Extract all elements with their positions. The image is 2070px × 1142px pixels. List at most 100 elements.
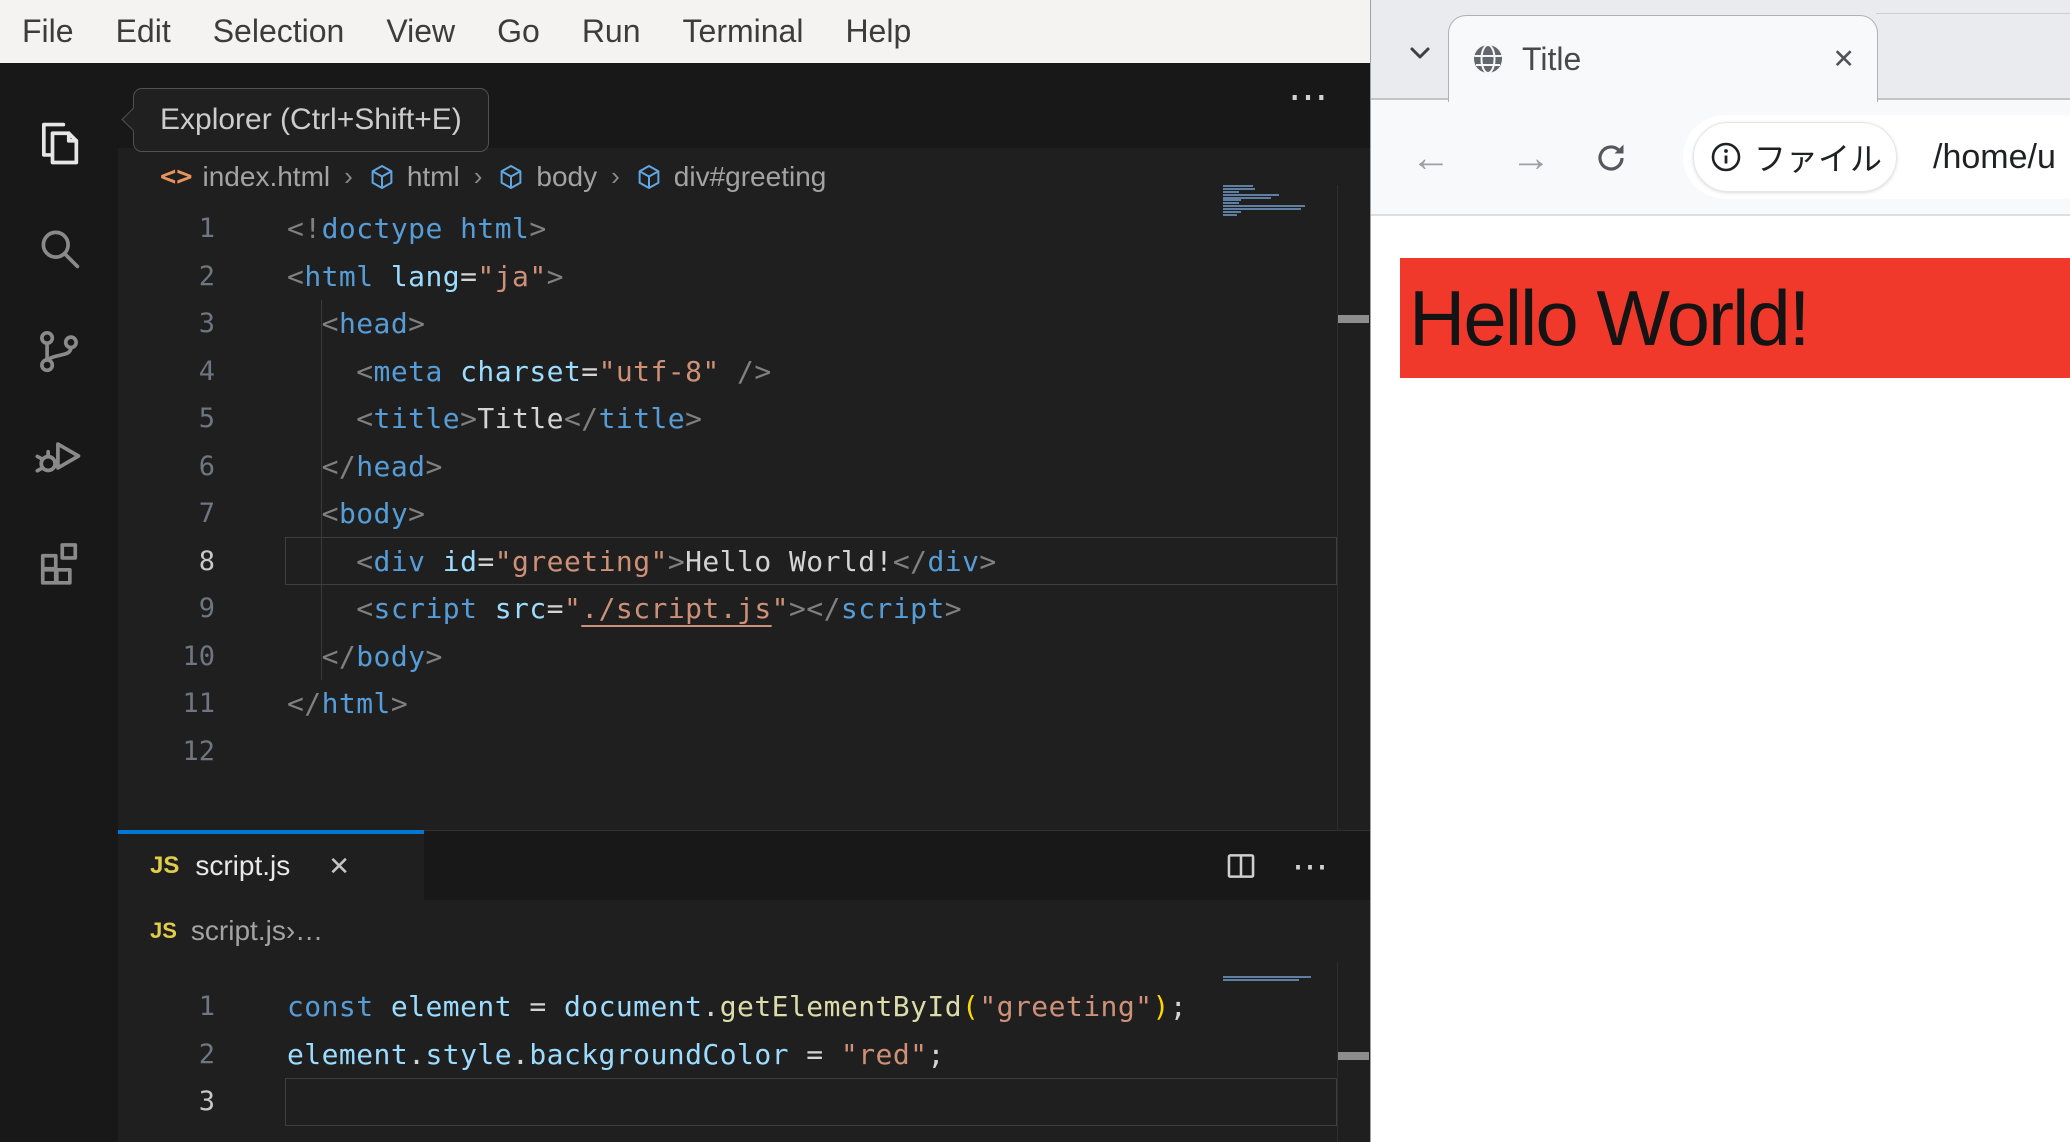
code-line-12[interactable]: 12 xyxy=(118,728,1370,776)
source-control-icon[interactable] xyxy=(33,325,85,377)
js-file-icon: JS xyxy=(150,918,177,943)
minimap-line xyxy=(1223,211,1241,214)
address-bar[interactable]: ファイル /home/u xyxy=(1683,115,2070,199)
line-number: 3 xyxy=(198,308,215,339)
menu-item-run[interactable]: Run xyxy=(582,13,641,50)
activity-bar xyxy=(0,63,119,1142)
explorer-icon[interactable] xyxy=(33,117,85,169)
breadcrumb-item-index.html[interactable]: <> index.html xyxy=(160,161,330,193)
code-line-2[interactable]: 2 element.style.backgroundColor = "red"; xyxy=(118,1031,1370,1079)
tab-close-icon[interactable]: ✕ xyxy=(328,851,350,882)
breadcrumb-item-html[interactable]: html xyxy=(367,161,460,193)
menu-item-help[interactable]: Help xyxy=(845,13,911,50)
browser-window: Title ✕ ← → ファイル /home/u Hello World! xyxy=(1370,0,2070,1142)
line-number: 11 xyxy=(182,688,215,719)
extensions-icon[interactable] xyxy=(33,533,85,585)
minimap[interactable] xyxy=(1223,976,1313,985)
minimap-line xyxy=(1223,193,1279,196)
breadcrumb-item[interactable]: script.js xyxy=(191,915,286,947)
browser-tab[interactable]: Title ✕ xyxy=(1448,15,1878,102)
menu-bar: File Edit Selection View Go Run Terminal Help xyxy=(0,0,1370,63)
breadcrumb-item-div#greeting[interactable]: div#greeting xyxy=(634,161,826,193)
window-top-edge xyxy=(1876,13,2070,14)
code-line-10[interactable]: 10 </body> xyxy=(118,633,1370,681)
minimap-line xyxy=(1223,213,1237,216)
editor-tabstrip-js: JS script.js ✕ ⋯ xyxy=(118,830,1370,901)
code-line-6[interactable]: 6 </head> xyxy=(118,443,1370,491)
tab-script-js[interactable]: JS script.js ✕ xyxy=(118,830,424,901)
code-line-4[interactable]: 4 <meta charset="utf-8" /> xyxy=(118,348,1370,396)
menu-item-go[interactable]: Go xyxy=(497,13,540,50)
editor-more-actions-icon[interactable]: ⋯ xyxy=(1292,845,1328,887)
minimap-line xyxy=(1223,196,1271,199)
reload-icon[interactable] xyxy=(1593,140,1629,176)
tab-search-chevron-icon[interactable] xyxy=(1405,38,1435,68)
breadcrumb-js: JS script.js › … xyxy=(118,900,1370,962)
editor-more-actions-icon[interactable]: ⋯ xyxy=(1288,77,1328,117)
run-and-debug-icon[interactable] xyxy=(33,430,85,482)
current-line-highlight xyxy=(285,537,1337,585)
breadcrumb-separator: › xyxy=(344,161,353,191)
line-number: 1 xyxy=(198,213,215,244)
split-editor-icon[interactable] xyxy=(1224,849,1258,883)
code-line-5[interactable]: 5 <title>Title</title> xyxy=(118,395,1370,443)
js-file-icon: JS xyxy=(150,852,180,879)
code-line-7[interactable]: 7 <body> xyxy=(118,490,1370,538)
code-line-11[interactable]: 11 </html> xyxy=(118,680,1370,728)
line-number: 2 xyxy=(198,260,215,292)
tab-label: script.js xyxy=(195,850,291,881)
breadcrumb-separator: › xyxy=(285,915,296,946)
breadcrumb-separator: › xyxy=(473,161,483,191)
line-number: 3 xyxy=(198,1086,215,1117)
symbol-element-icon xyxy=(367,162,397,192)
scrollbar-marker[interactable] xyxy=(1338,1052,1369,1060)
code-line-1[interactable]: 1 const element = document.getElementById… xyxy=(118,983,1370,1031)
minimap-line xyxy=(1223,976,1311,978)
active-tab-indicator xyxy=(118,830,424,834)
line-number: 4 xyxy=(198,355,215,387)
minimap-line xyxy=(1223,202,1239,205)
browser-tabstrip: Title ✕ xyxy=(1371,0,2070,102)
minimap-line xyxy=(1223,978,1299,981)
menu-item-view[interactable]: View xyxy=(386,13,455,50)
indent-guide xyxy=(321,300,322,680)
file-scheme-chip[interactable]: ファイル xyxy=(1693,122,1897,192)
url-path: /home/u xyxy=(1933,137,2056,176)
search-icon[interactable] xyxy=(33,222,85,274)
line-number: 6 xyxy=(198,450,215,482)
minimap-line xyxy=(1223,205,1305,208)
breadcrumb-separator: › xyxy=(611,161,620,191)
line-number: 8 xyxy=(198,545,215,577)
browser-tab-title: Title xyxy=(1522,40,1582,77)
minimap-line xyxy=(1223,190,1239,193)
code-line-2[interactable]: 2 <html lang="ja"> xyxy=(118,253,1370,301)
html-editor[interactable]: 1 <!doctype html> 2 <html lang="ja"> 3 <head… xyxy=(118,205,1370,830)
menu-item-file[interactable]: File xyxy=(22,13,74,50)
code-line-1[interactable]: 1 <!doctype html> xyxy=(118,205,1370,253)
menu-item-selection[interactable]: Selection xyxy=(213,13,345,50)
forward-icon[interactable]: → xyxy=(1511,138,1551,178)
url-scheme-label: ファイル xyxy=(1754,141,1883,177)
line-number: 12 xyxy=(182,735,215,767)
scrollbar-track xyxy=(1337,185,1338,830)
current-line-highlight xyxy=(285,1078,1337,1126)
code-line-3[interactable]: 3 <head> xyxy=(118,300,1370,348)
greeting-div: Hello World! xyxy=(1400,258,2070,378)
tooltip-text: Explorer (Ctrl+Shift+E) xyxy=(160,103,462,136)
minimap-line xyxy=(1223,185,1253,187)
screenshot-stage: File Edit Selection View Go Run Terminal Help ⋯… xyxy=(0,0,2070,1142)
menu-item-terminal[interactable]: Terminal xyxy=(683,13,804,50)
line-number: 1 xyxy=(198,991,215,1022)
code-line-9[interactable]: 9 <script src="./script.js"></script> xyxy=(118,585,1370,633)
vscode-window: File Edit Selection View Go Run Terminal Help ⋯… xyxy=(0,0,1370,1142)
scrollbar-marker[interactable] xyxy=(1338,315,1369,323)
line-number: 9 xyxy=(198,593,215,624)
greeting-text: Hello World! xyxy=(1409,273,1810,362)
menu-item-edit[interactable]: Edit xyxy=(116,13,171,50)
browser-tab-close-icon[interactable]: ✕ xyxy=(1832,44,1855,75)
breadcrumb-item-body[interactable]: body xyxy=(496,161,597,193)
back-icon[interactable]: ← xyxy=(1411,138,1451,178)
symbol-element-icon xyxy=(634,162,664,192)
minimap[interactable] xyxy=(1223,185,1313,220)
breadcrumb-overflow[interactable]: … xyxy=(295,915,323,947)
